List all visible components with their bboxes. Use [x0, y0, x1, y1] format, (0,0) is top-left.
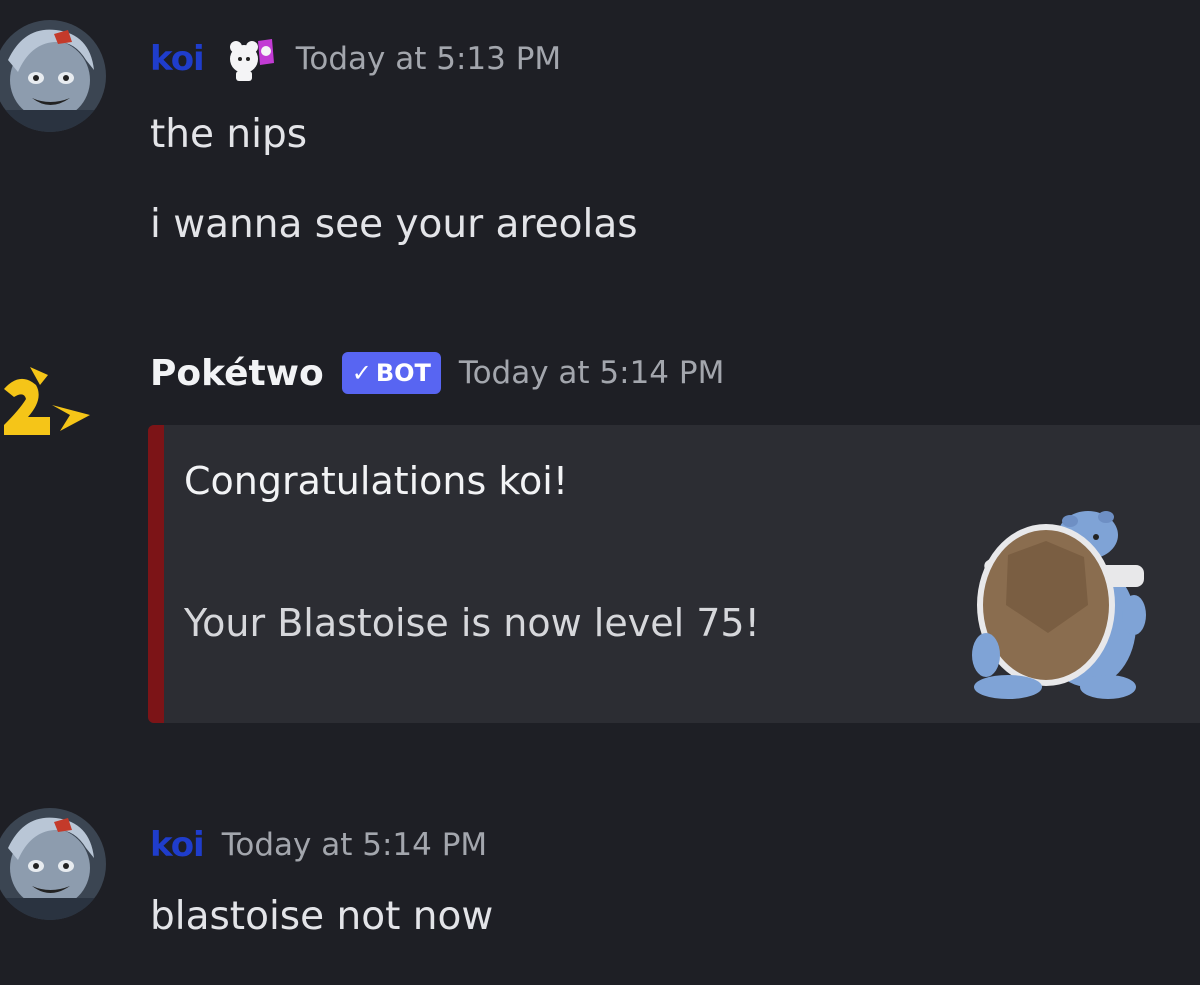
message-header: koi Today at 5:14 PM — [150, 818, 487, 872]
chat-log: koi Today at 5:13 PM the nips i wanna se… — [0, 0, 1200, 985]
koi-avatar[interactable] — [0, 808, 106, 920]
message-group-koi-2: koi Today at 5:14 PM blastoise not now — [0, 0, 1200, 985]
username[interactable]: koi — [150, 825, 205, 865]
timestamp[interactable]: Today at 5:14 PM — [222, 827, 487, 863]
message-text: blastoise not now — [150, 894, 494, 939]
